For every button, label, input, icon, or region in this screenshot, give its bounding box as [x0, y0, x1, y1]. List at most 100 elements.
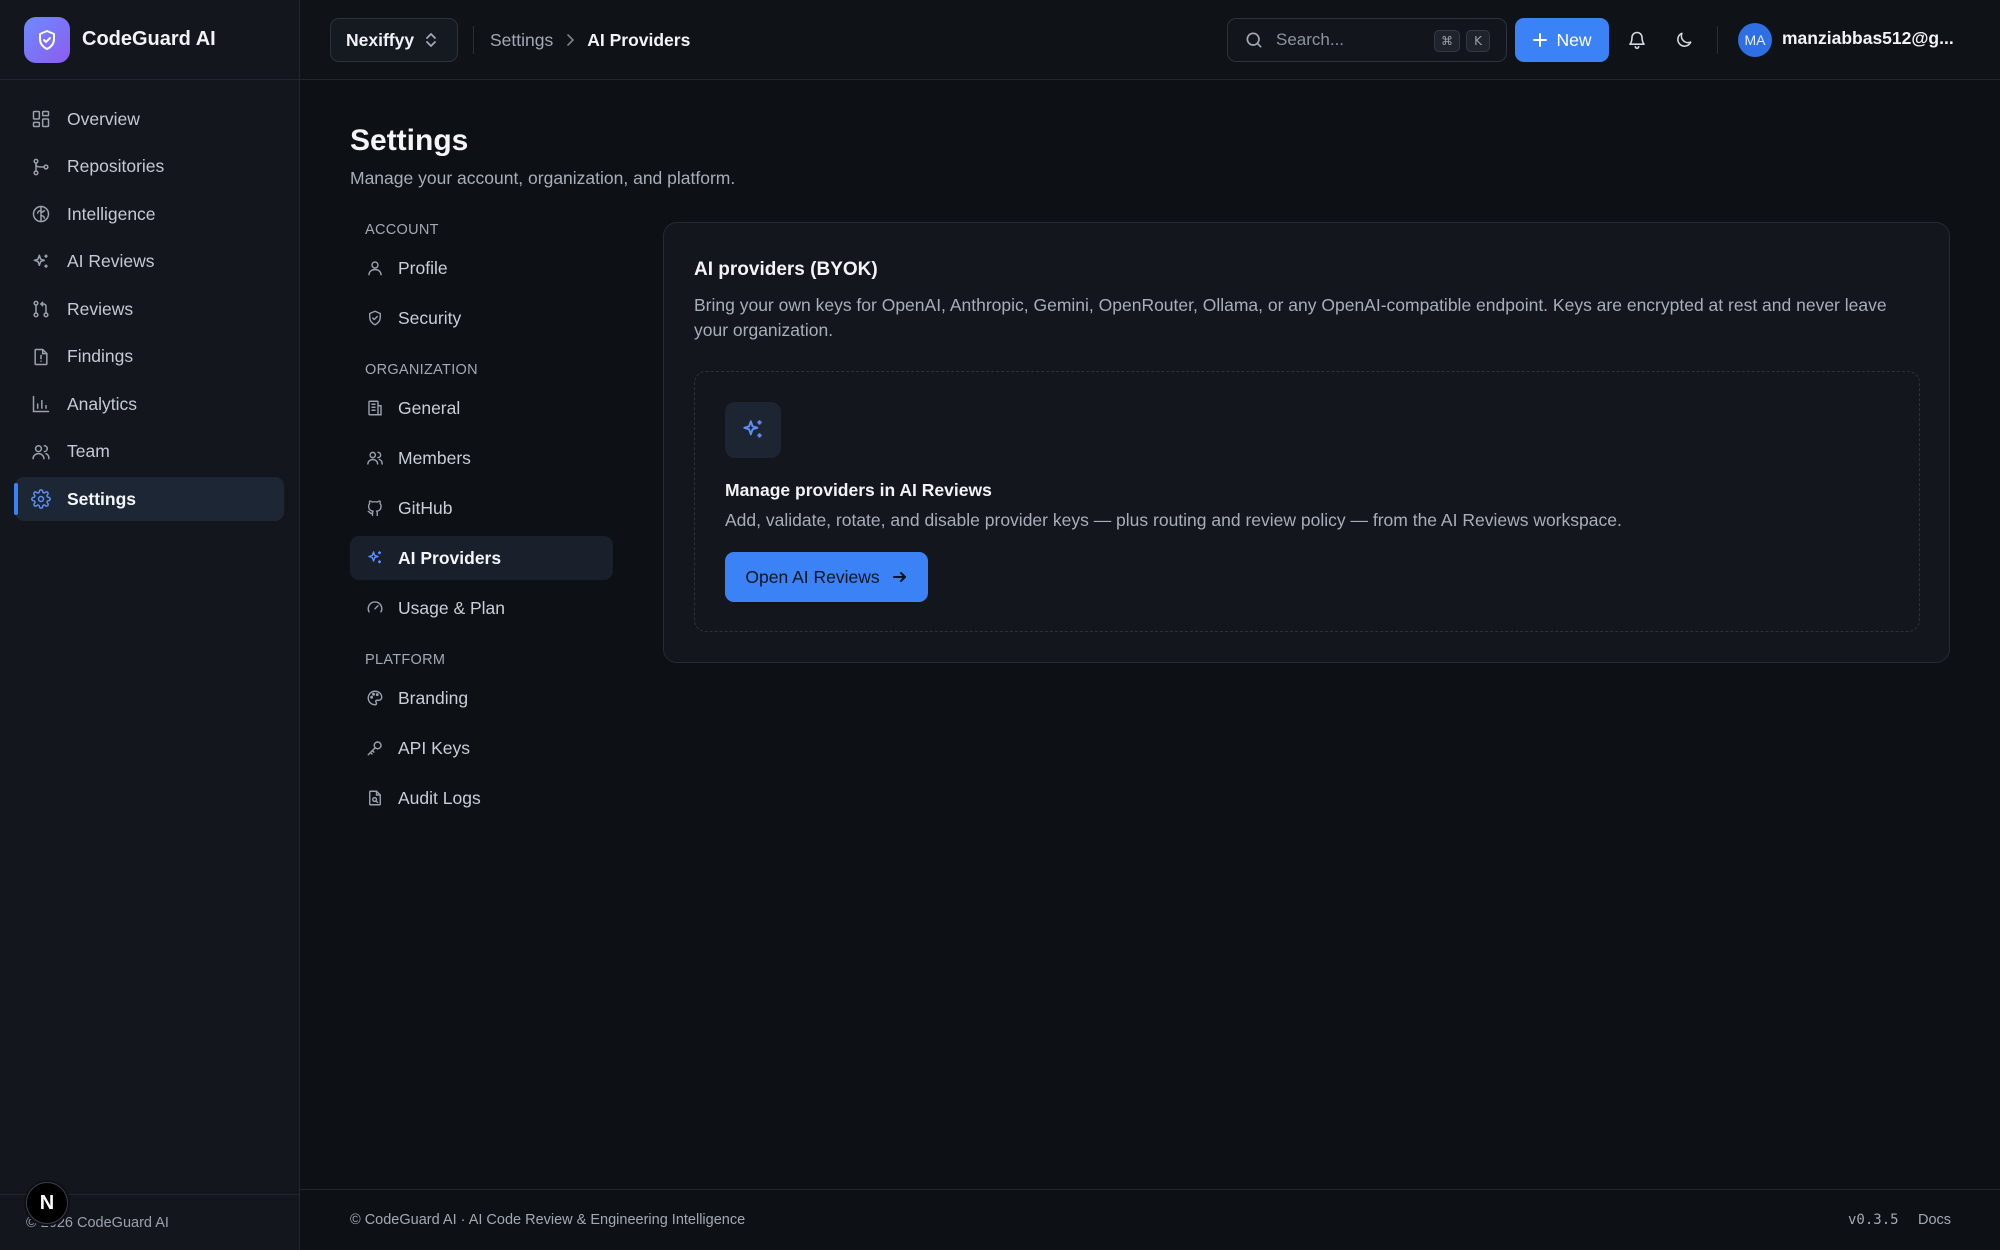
users-icon	[365, 448, 385, 468]
search-input[interactable]: Search... ⌘ K	[1227, 18, 1507, 62]
panel-description: Add, validate, rotate, and disable provi…	[725, 510, 1622, 530]
divider	[1717, 26, 1718, 54]
sidebar-item-label: Overview	[67, 108, 140, 129]
sidebar-item-analytics[interactable]: Analytics	[15, 382, 284, 426]
ai-providers-card: AI providers (BYOK) Bring your own keys …	[663, 222, 1950, 663]
new-button-label: New	[1556, 29, 1592, 50]
settings-item-github[interactable]: GitHub	[350, 486, 613, 530]
breadcrumb-current: AI Providers	[587, 29, 691, 50]
app-sidebar: CodeGuard AI Overview Repositories Intel…	[0, 0, 300, 1250]
sidebar-item-label: Team	[67, 441, 110, 461]
theme-toggle-button[interactable]	[1666, 22, 1702, 58]
settings-item-label: Usage & Plan	[398, 597, 506, 618]
sidebar-item-label: Settings	[67, 488, 137, 509]
sidebar-item-label: AI Reviews	[67, 251, 155, 271]
sidebar-item-label: Findings	[67, 346, 134, 366]
settings-item-label: Branding	[398, 687, 469, 708]
settings-item-label: Members	[398, 447, 471, 468]
settings-item-label: AI Providers	[398, 547, 502, 568]
footer-copyright: © CodeGuard AI · AI Code Review & Engine…	[350, 1212, 746, 1228]
moon-icon	[1674, 30, 1694, 50]
key-icon	[365, 738, 385, 758]
settings-item-usage-plan[interactable]: Usage & Plan	[350, 586, 613, 630]
sidebar-item-label: Intelligence	[67, 203, 156, 224]
chevron-up-down-icon	[424, 31, 438, 49]
avatar[interactable]: MA	[1738, 23, 1772, 57]
plus-icon	[1532, 32, 1548, 48]
settings-section-account: ACCOUNT	[365, 222, 439, 238]
user-email[interactable]: manziabbas512@g...	[1782, 28, 1954, 49]
sidebar-item-intelligence[interactable]: Intelligence	[15, 192, 284, 236]
app-root: CodeGuard AI Overview Repositories Intel…	[0, 0, 2000, 1250]
settings-item-general[interactable]: General	[350, 386, 613, 430]
settings-nav: ACCOUNT Profile Security ORGANIZATION Ge…	[350, 222, 613, 826]
sidebar-item-reviews[interactable]: Reviews	[15, 287, 284, 331]
sparkles-icon	[30, 251, 52, 273]
settings-item-label: Profile	[398, 257, 448, 278]
card-description: Bring your own keys for OpenAI, Anthropi…	[694, 295, 1887, 340]
bar-chart-icon	[30, 393, 52, 415]
brand[interactable]: CodeGuard AI	[0, 0, 299, 80]
settings-item-api-keys[interactable]: API Keys	[350, 726, 613, 770]
shortcut-key-k: K	[1466, 30, 1490, 52]
settings-section-platform: PLATFORM	[365, 652, 446, 668]
settings-item-branding[interactable]: Branding	[350, 676, 613, 720]
users-icon	[30, 441, 52, 463]
manage-providers-panel: Manage providers in AI Reviews Add, vali…	[694, 371, 1920, 632]
gear-icon	[30, 488, 52, 510]
org-name: Nexiffyy	[346, 29, 415, 50]
shield-logo-icon	[24, 16, 70, 63]
notifications-button[interactable]	[1619, 22, 1655, 58]
open-ai-reviews-button[interactable]: Open AI Reviews	[725, 552, 928, 602]
brand-name: CodeGuard AI	[82, 28, 216, 50]
settings-item-members[interactable]: Members	[350, 436, 613, 480]
card-title: AI providers (BYOK)	[694, 259, 878, 280]
grid-icon	[30, 108, 52, 130]
main-footer: © CodeGuard AI · AI Code Review & Engine…	[300, 1189, 2000, 1250]
breadcrumb: Settings AI Providers	[490, 0, 690, 80]
page-subtitle: Manage your account, organization, and p…	[350, 168, 736, 188]
org-switcher[interactable]: Nexiffyy	[330, 18, 458, 62]
sparkles-icon	[365, 548, 385, 568]
topbar: Nexiffyy Settings AI Providers Search...…	[300, 0, 2000, 80]
settings-item-label: API Keys	[398, 737, 470, 758]
building-icon	[365, 398, 385, 418]
file-alert-icon	[30, 346, 52, 368]
settings-item-label: Security	[398, 307, 462, 328]
sidebar-item-team[interactable]: Team	[15, 430, 284, 474]
settings-item-audit-logs[interactable]: Audit Logs	[350, 776, 613, 820]
settings-item-label: GitHub	[398, 497, 453, 518]
palette-icon	[365, 688, 385, 708]
bell-icon	[1627, 30, 1647, 50]
version-label: v0.3.5	[1848, 1212, 1899, 1228]
sparkles-icon	[725, 402, 781, 458]
settings-item-security[interactable]: Security	[350, 296, 613, 340]
sidebar-item-settings[interactable]: Settings	[14, 477, 284, 521]
shield-check-icon	[365, 308, 385, 328]
open-ai-reviews-label: Open AI Reviews	[745, 566, 880, 587]
sidebar-item-findings[interactable]: Findings	[15, 335, 284, 379]
settings-section-organization: ORGANIZATION	[365, 362, 478, 378]
sidebar-item-label: Reviews	[67, 298, 134, 319]
panel-title: Manage providers in AI Reviews	[725, 480, 992, 500]
sidebar-item-overview[interactable]: Overview	[15, 97, 284, 141]
settings-item-label: General	[398, 397, 461, 418]
sidebar-item-ai-reviews[interactable]: AI Reviews	[15, 240, 284, 284]
settings-item-label: Audit Logs	[398, 787, 481, 808]
chevron-right-icon	[565, 33, 575, 47]
sidebar-item-repositories[interactable]: Repositories	[15, 145, 284, 189]
git-pull-request-icon	[30, 298, 52, 320]
page-title: Settings	[350, 124, 469, 157]
shortcut-key-cmd: ⌘	[1434, 30, 1460, 52]
settings-item-ai-providers[interactable]: AI Providers	[350, 536, 613, 580]
divider	[473, 26, 474, 54]
docs-link[interactable]: Docs	[1918, 1212, 1951, 1228]
next-dev-badge[interactable]: N	[26, 1182, 68, 1224]
new-button[interactable]: New	[1515, 18, 1609, 62]
sidebar-item-label: Analytics	[67, 393, 138, 414]
breadcrumb-settings[interactable]: Settings	[490, 30, 553, 51]
sidebar-nav: Overview Repositories Intelligence AI Re…	[0, 80, 299, 521]
settings-item-profile[interactable]: Profile	[350, 246, 613, 290]
search-placeholder: Search...	[1276, 30, 1345, 49]
sidebar-item-label: Repositories	[67, 156, 165, 176]
